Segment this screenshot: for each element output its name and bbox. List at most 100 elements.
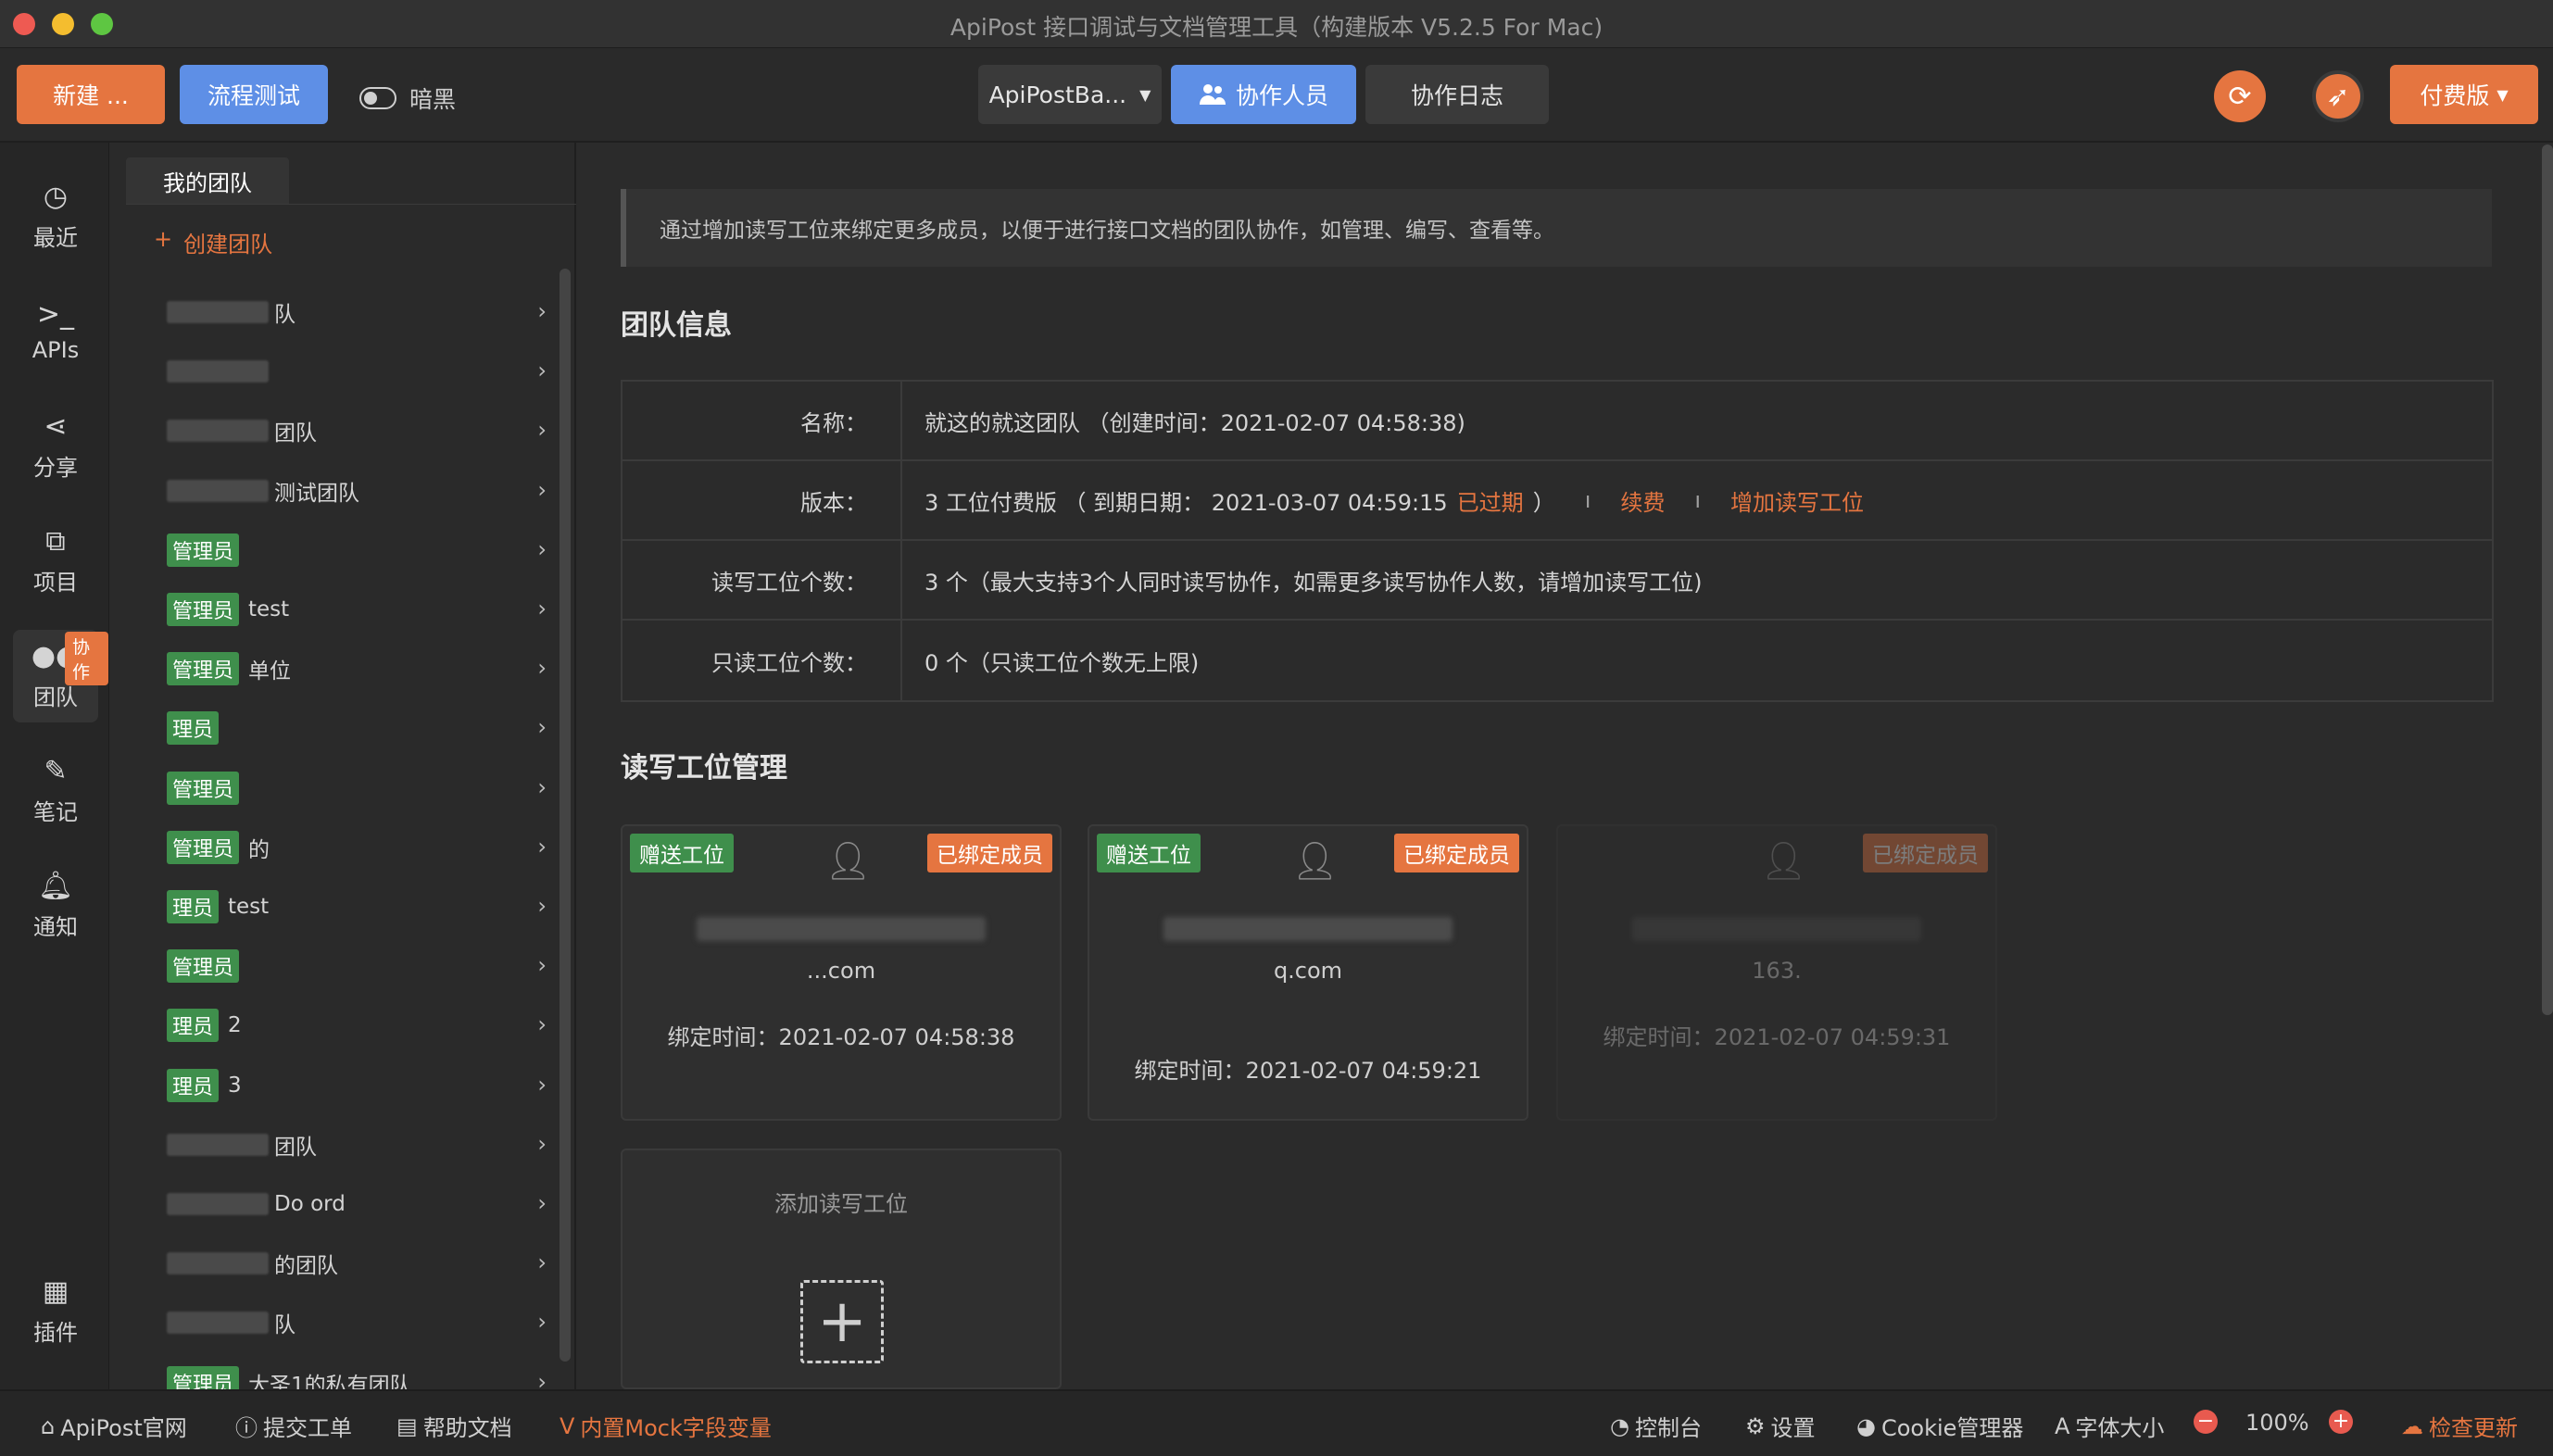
docs-link[interactable]: ▤ 帮助文档 — [396, 1410, 512, 1442]
zoom-in-button[interactable]: + — [2329, 1410, 2353, 1434]
console-button[interactable]: ◔ 控制台 — [1610, 1410, 1702, 1442]
create-team-label: 创建团队 — [183, 232, 273, 257]
version-close: ） — [1532, 489, 1555, 516]
rail-item-share[interactable]: ⋖ 分享 — [13, 400, 98, 493]
team-list-scrollbar[interactable] — [560, 269, 571, 1362]
sync-button[interactable]: ⟳ — [2214, 70, 2266, 122]
list-item[interactable]: 的团队 › — [167, 1242, 547, 1285]
team-name: 的团队 — [274, 1254, 338, 1279]
rail-item-recent[interactable]: ◷ 最近 — [13, 170, 98, 263]
list-item[interactable]: 团队 › — [167, 1123, 547, 1166]
version-text: 3 工位付费版 （ 到期日期： 2021-03-07 04:59:15 — [924, 489, 1448, 516]
collaborators-button[interactable]: 协作人员 — [1171, 65, 1356, 124]
list-item[interactable]: 理员 3 › — [167, 1064, 547, 1107]
note-icon: ✎ — [44, 754, 68, 787]
caret-down-icon: ▼ — [2496, 85, 2509, 104]
name-value: 就这的就这团队 （创建时间：2021-02-07 04:58:38) — [924, 409, 1465, 436]
list-item[interactable]: 队 › — [167, 291, 547, 333]
rail-item-notify[interactable]: 🔔︎ 通知 — [13, 860, 98, 952]
main-content: 通过增加读写工位来绑定更多成员，以便于进行接口文档的团队协作，如管理、编写、查看… — [576, 143, 2553, 1389]
home-label: ApiPost官网 — [60, 1415, 187, 1441]
seat-card[interactable]: 赠送工位 已绑定成员 👤︎ q.com 绑定时间：2021-02-07 04:5… — [1088, 824, 1528, 1121]
list-item[interactable]: › — [167, 350, 547, 393]
role-badge: 管理员 — [167, 533, 240, 567]
new-button[interactable]: 新建 ... — [17, 65, 165, 124]
font-icon: A — [2055, 1412, 2070, 1439]
list-item[interactable]: 管理员 test › — [167, 588, 547, 631]
dark-mode-label: 暗黑 — [409, 86, 457, 113]
collab-badge: 协作 — [65, 632, 108, 685]
plus-icon[interactable]: + — [800, 1280, 884, 1363]
dark-mode-toggle[interactable]: 暗黑 — [359, 82, 456, 115]
role-badge: 理员 — [167, 1009, 220, 1043]
status-bar: ⌂ ApiPost官网 ⓘ 提交工单 ▤ 帮助文档 V 内置Mock字段变量 ◔… — [0, 1389, 2553, 1456]
list-item[interactable]: 管理员 › — [167, 945, 547, 987]
ro-seats-label: 只读工位个数： — [623, 621, 902, 700]
bell-icon: 🔔︎ — [37, 869, 74, 902]
add-seat-card[interactable]: 添加读写工位 + — [621, 1148, 1062, 1389]
list-item[interactable]: 理员 › — [167, 707, 547, 749]
add-seat-link[interactable]: 增加读写工位 — [1730, 484, 1864, 517]
seat-card[interactable]: 赠送工位 已绑定成员 👤︎ ...com 绑定时间：2021-02-07 04:… — [621, 824, 1062, 1121]
paid-version-button[interactable]: 付费版 ▼ — [2390, 65, 2538, 124]
info-notice: 通过增加读写工位来绑定更多成员，以便于进行接口文档的团队协作，如管理、编写、查看… — [621, 189, 2492, 267]
cookie-manager-button[interactable]: ◕ Cookie管理器 — [1856, 1410, 2023, 1442]
flow-test-button[interactable]: 流程测试 — [180, 65, 328, 124]
rail-item-notes[interactable]: ✎ 笔记 — [13, 745, 98, 837]
chevron-right-icon: › — [537, 893, 547, 919]
check-update-button[interactable]: ☁ 检查更新 — [2401, 1410, 2518, 1442]
team-name: 团队 — [274, 1135, 317, 1160]
list-item[interactable]: 理员 2 › — [167, 1004, 547, 1047]
list-item[interactable]: 队 › — [167, 1301, 547, 1344]
list-item[interactable]: 管理员 › — [167, 529, 547, 571]
bound-member-badge: 已绑定成员 — [1863, 834, 1988, 872]
mock-vars-link[interactable]: V 内置Mock字段变量 — [560, 1410, 772, 1442]
users-icon — [1199, 84, 1226, 105]
rail-label: APIs — [31, 337, 80, 363]
bind-time: 绑定时间：2021-02-07 04:59:21 — [1134, 1058, 1482, 1084]
collab-log-button[interactable]: 协作日志 — [1365, 65, 1549, 124]
user-avatar-icon: 👤︎ — [1760, 840, 1807, 883]
rail-item-projects[interactable]: ⧉ 项目 — [13, 515, 98, 608]
role-badge: 理员 — [167, 711, 220, 746]
minus-icon: − — [2194, 1410, 2218, 1434]
table-row: 只读工位个数： 0 个（只读工位个数无上限) — [623, 621, 2492, 700]
zoom-out-button[interactable]: − — [2194, 1410, 2218, 1434]
rail-item-plugins[interactable]: ▦ 插件 — [13, 1265, 98, 1358]
list-item[interactable]: 团队 › — [167, 409, 547, 452]
main-scrollbar[interactable] — [2542, 144, 2553, 1015]
create-team-button[interactable]: + 创建团队 — [154, 226, 272, 258]
list-item[interactable]: 测试团队 › — [167, 470, 547, 512]
settings-button[interactable]: ⚙ 设置 — [1745, 1410, 1816, 1442]
gear-icon: ⚙ — [1745, 1412, 1766, 1439]
member-name-redacted — [1163, 917, 1453, 941]
list-item[interactable]: Do ord › — [167, 1183, 547, 1225]
list-item[interactable]: 管理员 › — [167, 767, 547, 810]
update-label: 检查更新 — [2429, 1415, 2518, 1441]
list-item[interactable]: 管理员的 › — [167, 826, 547, 869]
sync-icon: ⟳ — [2228, 80, 2252, 113]
home-link[interactable]: ⌂ ApiPost官网 — [41, 1410, 187, 1442]
upgrade-button[interactable]: ➶ — [2312, 70, 2364, 122]
role-badge: 管理员 — [167, 771, 240, 805]
workspace-dropdown[interactable]: ApiPostBa... ▼ — [978, 65, 1162, 124]
cloud-download-icon: ☁ — [2401, 1412, 2423, 1439]
list-item[interactable]: 理员 test › — [167, 885, 547, 928]
ticket-link[interactable]: ⓘ 提交工单 — [235, 1410, 352, 1442]
redacted-text — [167, 1133, 269, 1156]
rail-item-apis[interactable]: >_ APIs — [13, 285, 98, 378]
tab-my-teams[interactable]: 我的团队 — [126, 157, 289, 204]
clock-icon: ◷ — [43, 180, 69, 213]
renew-link[interactable]: 续费 — [1620, 484, 1665, 517]
seat-card-disabled[interactable]: 已绑定成员 👤︎ 163. 绑定时间：2021-02-07 04:59:31 — [1556, 824, 1997, 1121]
window-title: ApiPost 接口调试与文档管理工具（构建版本 V5.2.5 For Mac) — [950, 14, 1603, 41]
ticket-label: 提交工单 — [263, 1415, 352, 1441]
member-email: q.com — [1273, 958, 1343, 984]
rail-label: 分享 — [33, 454, 78, 481]
list-item[interactable]: 管理员 单位 › — [167, 647, 547, 690]
bound-member-badge: 已绑定成员 — [1394, 834, 1519, 872]
rail-label: 通知 — [33, 913, 78, 940]
cookie-icon: ◕ — [1856, 1412, 1876, 1439]
team-info-title: 团队信息 — [621, 309, 732, 342]
toggle-switch-icon[interactable] — [359, 87, 396, 109]
